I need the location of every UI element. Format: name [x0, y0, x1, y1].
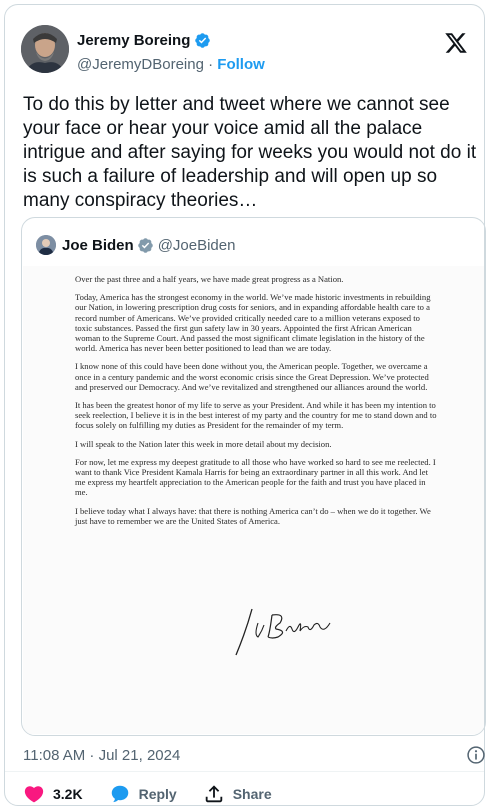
quoted-header: Joe Biden @JoeBiden [36, 235, 235, 255]
share-button[interactable]: Share [203, 783, 272, 805]
share-label: Share [232, 786, 272, 802]
reply-icon [111, 785, 128, 803]
letter-paragraph: I believe today what I always have: that… [75, 505, 431, 526]
letter-paragraph: I know none of this could have been done… [75, 361, 429, 392]
tweet-timestamp[interactable]: 11:08 AM · Jul 21, 2024 [23, 747, 180, 764]
tweet-card: Jeremy Boreing @JeremyDBoreing · Follow … [4, 4, 486, 806]
reply-label: Reply [138, 786, 177, 802]
separator-dot: · [208, 56, 214, 73]
author-handle-row: @JeremyDBoreing · Follow [77, 56, 265, 73]
verified-badge-icon [137, 237, 153, 253]
author-name-row[interactable]: Jeremy Boreing [77, 32, 211, 49]
info-icon[interactable] [466, 745, 486, 765]
letter-paragraph: For now, let me express my deepest grati… [75, 456, 436, 498]
letter-paragraph: I will speak to the Nation later this we… [75, 438, 332, 449]
share-icon [205, 785, 222, 803]
quoted-author-handle: @JoeBiden [157, 236, 236, 254]
tweet-text: To do this by letter and tweet where we … [23, 94, 477, 211]
heart-icon [24, 786, 44, 803]
author-handle[interactable]: @JeremyDBoreing [77, 56, 204, 73]
letter-paragraph: Today, America has the strongest economy… [75, 292, 431, 354]
verified-badge-icon [195, 33, 211, 48]
follow-button[interactable]: Follow [217, 56, 265, 73]
letter-paragraph: Over the past three and a half years, we… [75, 274, 344, 284]
letter-body: Over the past three and a half years, we… [75, 274, 437, 534]
like-button[interactable]: 3.2K [23, 783, 83, 805]
letter-image[interactable]: Over the past three and a half years, we… [23, 266, 484, 734]
letter-paragraph: It has been the greatest honor of my lif… [75, 400, 437, 431]
quoted-tweet[interactable]: Joe Biden @JoeBiden Over the past three … [21, 217, 486, 736]
quoted-avatar [36, 235, 56, 255]
author-name[interactable]: Jeremy Boreing [77, 32, 190, 49]
divider [5, 771, 484, 772]
action-bar: 3.2K Reply Share [23, 783, 298, 805]
x-logo-icon[interactable] [444, 31, 468, 55]
like-count: 3.2K [53, 786, 83, 802]
quoted-author-name: Joe Biden [62, 236, 134, 254]
reply-button[interactable]: Reply [109, 783, 177, 805]
author-avatar[interactable] [21, 25, 69, 73]
signature-image [235, 608, 331, 656]
